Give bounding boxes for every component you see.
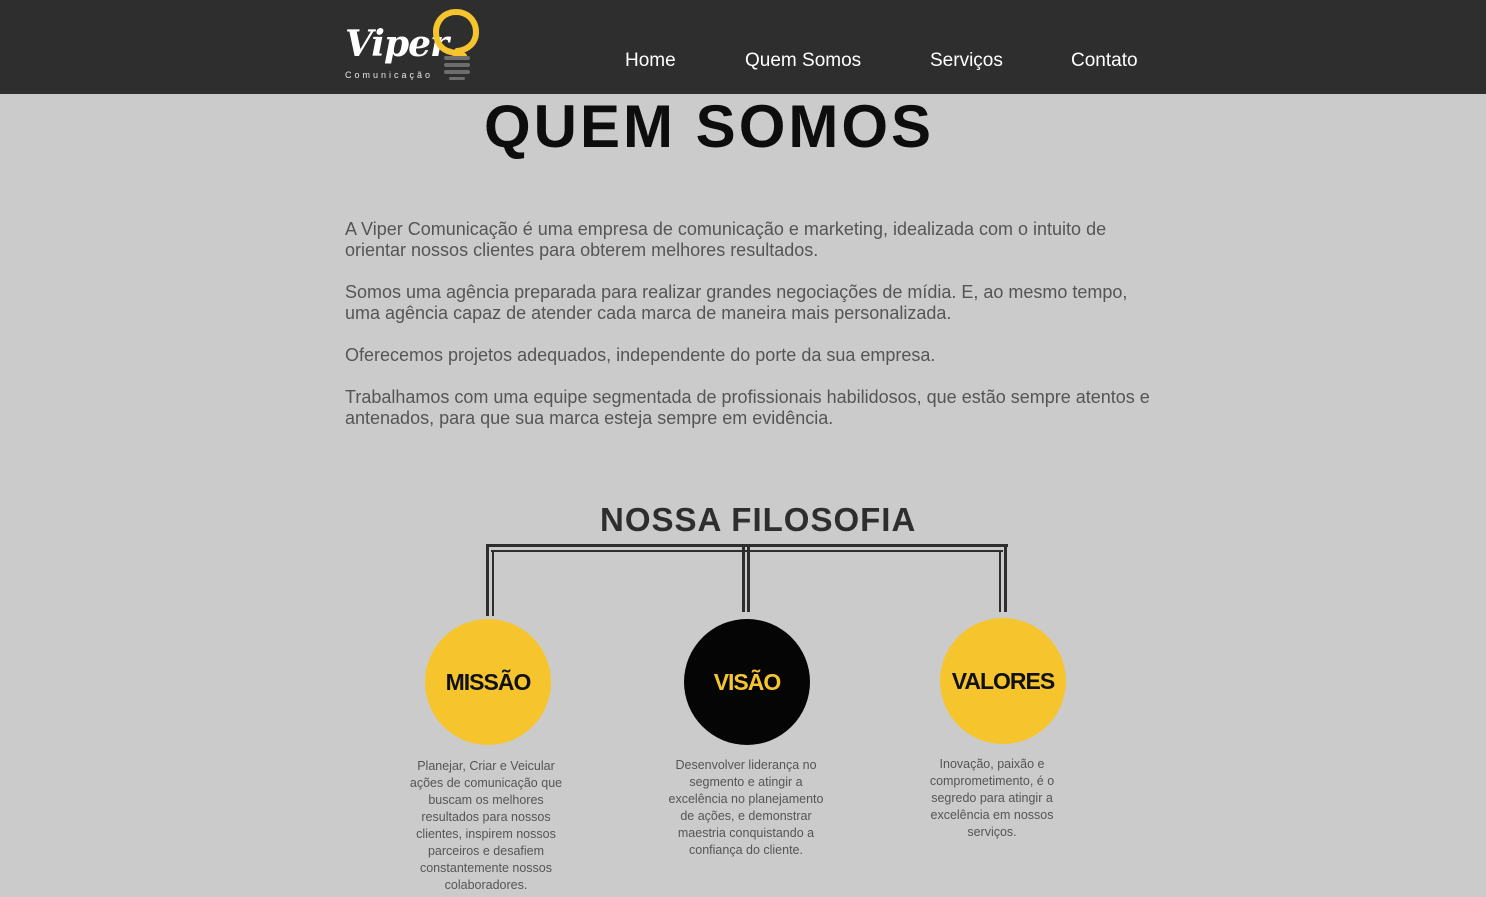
missao-description: Planejar, Criar e Veicular ações de comu… <box>409 759 563 892</box>
valores-description: Inovação, paixão e comprometimento, é o … <box>929 757 1055 839</box>
valores-circle: VALORES <box>940 618 1066 744</box>
valores-label: VALORES <box>951 667 1055 694</box>
missao-label: MISSÃO <box>445 668 532 695</box>
visao-label: VISÃO <box>713 668 782 695</box>
visao-circle: VISÃO <box>684 619 810 745</box>
missao-circle: MISSÃO <box>425 619 551 745</box>
visao-description: Desenvolver liderança no segmento e atin… <box>668 758 824 857</box>
